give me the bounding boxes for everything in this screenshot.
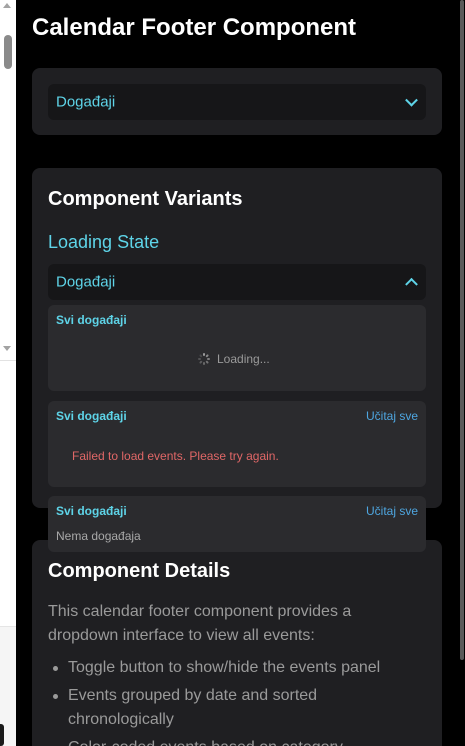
events-panel-error: Svi događaji Učitaj sve Failed to load e… — [48, 401, 426, 487]
events-dropdown-toggle[interactable]: Događaji — [48, 84, 426, 120]
list-item: Toggle button to show/hide the events pa… — [48, 656, 418, 680]
loading-dropdown-toggle[interactable]: Događaji — [48, 264, 426, 300]
loading-indicator: Loading... — [198, 352, 270, 366]
details-card: Component Details This calendar footer c… — [32, 540, 442, 746]
details-description: This calendar footer component provides … — [48, 603, 352, 644]
details-list: Toggle button to show/hide the events pa… — [48, 656, 418, 746]
events-panel-loading: Svi događaji Loading... — [48, 305, 426, 391]
list-item: Events grouped by date and sorted chrono… — [48, 684, 418, 732]
chevron-up-icon — [405, 277, 418, 291]
list-item: Color-coded events based on category — [48, 736, 418, 746]
page-title: Calendar Footer Component — [32, 14, 357, 41]
panel-title: Svi događaji — [56, 409, 127, 423]
panel-title: Svi događaji — [56, 504, 127, 518]
load-all-link[interactable]: Učitaj sve — [366, 504, 418, 518]
details-heading: Component Details — [48, 560, 231, 582]
variants-heading: Component Variants — [48, 188, 243, 210]
loading-text: Loading... — [217, 352, 270, 366]
right-scrollbar-thumb[interactable] — [460, 0, 464, 660]
load-all-link[interactable]: Učitaj sve — [366, 409, 418, 423]
right-scrollbar[interactable] — [459, 0, 465, 746]
left-pane-corner — [0, 724, 4, 746]
scroll-down-arrow-icon[interactable] — [3, 346, 11, 351]
events-panel-empty: Svi događaji Učitaj sve Nema događaja — [48, 496, 426, 552]
events-dropdown-label: Događaji — [56, 93, 116, 111]
loading-dropdown-label: Događaji — [56, 273, 116, 291]
demo-card: Događaji — [32, 68, 442, 135]
error-message: Failed to load events. Please try again. — [72, 449, 279, 463]
scroll-up-arrow-icon[interactable] — [3, 3, 11, 8]
panel-title: Svi događaji — [56, 313, 127, 327]
chevron-down-icon — [405, 93, 418, 107]
empty-message: Nema događaja — [56, 529, 141, 543]
spinner-icon — [198, 353, 210, 365]
left-pane-divider — [0, 360, 16, 361]
left-scrollbar-thumb[interactable] — [4, 35, 12, 69]
loading-state-title: Loading State — [48, 232, 160, 252]
left-pane — [0, 0, 16, 746]
